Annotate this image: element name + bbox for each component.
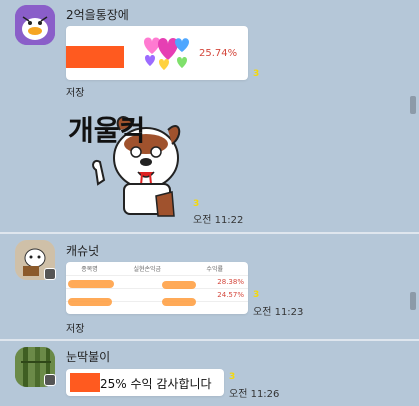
duck-avatar-icon	[15, 5, 55, 45]
scrollbar-thumb[interactable]	[410, 96, 416, 114]
col-header-profit: 실현손익금	[113, 262, 182, 276]
table-header-row: 종목명 실현손익금 수익률	[66, 262, 248, 276]
redacted-area	[162, 281, 196, 289]
redacted-area	[68, 298, 112, 306]
avatar-sender-1[interactable]	[15, 5, 55, 45]
redacted-area	[162, 298, 196, 306]
sender-name: 2억을통장에	[66, 8, 129, 22]
unread-count: 3	[253, 290, 260, 300]
sticker-message[interactable]: 개울컥	[68, 100, 188, 222]
profile-badge-icon	[44, 268, 56, 280]
unread-count: 3	[253, 69, 260, 79]
message-time: 오전 11:23	[253, 307, 304, 318]
save-label[interactable]: 저장	[66, 84, 84, 99]
profit-rate: 25.74%	[199, 48, 238, 59]
divider	[0, 232, 419, 234]
stock-table-message[interactable]: 종목명 실현손익금 수익률 28.38% 24.57%	[66, 262, 248, 314]
sender-name: 눈딱불이	[66, 350, 111, 364]
text-message[interactable]: 25% 수익 감사합니다	[66, 369, 224, 396]
message-time: 오전 11:26	[229, 389, 280, 400]
stock-image-message[interactable]: 25.74%	[66, 26, 248, 80]
redacted-area	[66, 46, 124, 68]
sticker-text: 개울컥	[68, 114, 145, 147]
redacted-area	[68, 280, 114, 288]
col-header-name: 종목명	[66, 262, 114, 276]
heart-sticker-icon	[144, 37, 189, 70]
profile-badge-icon	[44, 374, 56, 386]
crying-dog-sticker-icon: 개울컥	[68, 114, 181, 217]
unread-count: 3	[193, 199, 200, 209]
message-time: 오전 11:22	[193, 215, 244, 226]
col-header-rate: 수익률	[181, 262, 248, 276]
unread-count: 3	[229, 372, 236, 382]
sender-name: 캐슈넛	[66, 244, 100, 258]
message-text: 25% 수익 감사합니다	[100, 377, 212, 391]
redacted-area	[70, 373, 100, 392]
save-label[interactable]: 저장	[66, 320, 84, 335]
scrollbar-thumb[interactable]	[410, 292, 416, 310]
divider	[0, 339, 419, 341]
